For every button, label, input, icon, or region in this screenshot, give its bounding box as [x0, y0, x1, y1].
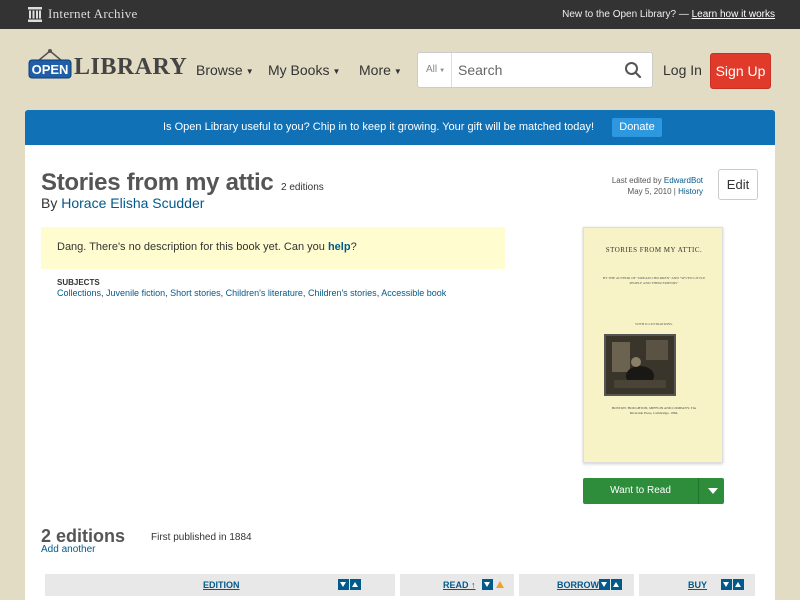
editions-count: 2 editions [281, 182, 324, 193]
book-cover[interactable]: STORIES FROM MY ATTIC. BY THE AUTHOR OF … [583, 227, 723, 463]
subject-link[interactable]: Children's stories [308, 288, 377, 298]
archive-building-icon [28, 6, 42, 22]
internet-archive-logo[interactable]: Internet Archive [28, 6, 138, 22]
search-icon [625, 62, 642, 79]
last-edited-user-link[interactable]: EdwardBot [664, 176, 703, 185]
svg-text:OPEN: OPEN [32, 62, 69, 77]
first-published: First published in 1884 [151, 532, 252, 543]
new-to-open-library: New to the Open Library? — Learn how it … [562, 9, 775, 20]
nav-more-label: More [359, 62, 391, 78]
login-link[interactable]: Log In [663, 62, 702, 78]
subjects-list: Collections, Juvenile fiction, Short sto… [57, 288, 447, 298]
last-edited-prefix: Last edited by [611, 176, 662, 185]
cover-illustrations-line: WITH ILLUSTRATIONS. [635, 322, 673, 326]
donation-banner: Is Open Library useful to you? Chip in t… [25, 110, 775, 145]
cover-illustration-image [604, 334, 676, 396]
donation-banner-text: Is Open Library useful to you? Chip in t… [163, 121, 595, 133]
search-input[interactable] [454, 53, 614, 87]
description-notice: Dang. There's no description for this bo… [41, 227, 505, 269]
nav-browse-label: Browse [196, 62, 243, 78]
byline: By Horace Elisha Scudder [41, 195, 204, 211]
sort-up-icon[interactable] [733, 579, 744, 590]
cover-author-line: BY THE AUTHOR OF "DREAM CHILDREN" AND "S… [602, 276, 706, 285]
cover-publisher: BOSTON: HOUGHTON, MIFFLIN AND COMPANY. T… [611, 406, 697, 415]
edit-button[interactable]: Edit [718, 169, 758, 200]
last-edited-info: Last edited by EdwardBot May 5, 2010 | H… [611, 176, 703, 196]
add-another-link[interactable]: Add another [41, 544, 96, 555]
borrow-sort-link[interactable]: BORROW [557, 580, 599, 590]
internet-archive-logo-text: Internet Archive [48, 6, 138, 21]
caret-down-icon: ▼ [332, 66, 341, 76]
want-to-read-dropdown-icon[interactable] [698, 478, 724, 504]
buy-sort-link[interactable]: BUY [688, 580, 707, 590]
sort-up-icon[interactable] [611, 579, 622, 590]
description-suffix: ? [350, 241, 357, 253]
search-bar: All ▼ [417, 52, 653, 88]
subject-link[interactable]: Children's literature [226, 288, 303, 298]
author-link[interactable]: Horace Elisha Scudder [61, 195, 204, 211]
site-header: OPEN LIBRARY Browse ▼ My Books ▼ More ▼ All… [0, 29, 800, 109]
nav-browse[interactable]: Browse ▼ [196, 62, 254, 78]
open-sign-icon: OPEN [28, 47, 72, 83]
description-text: Dang. There's no description for this bo… [57, 241, 325, 253]
work-page-content: Stories from my attic 2 editions By Hora… [25, 145, 775, 600]
column-header-edition: EDITION [45, 574, 395, 596]
description-help-link[interactable]: help [328, 241, 351, 253]
cover-title: STORIES FROM MY ATTIC. [605, 246, 703, 254]
subjects-label: SUBJECTS [57, 278, 100, 287]
nav-more[interactable]: More ▼ [359, 62, 402, 78]
subject-link[interactable]: Accessible book [381, 288, 446, 298]
subject-link[interactable]: Short stories [170, 288, 221, 298]
sort-down-icon[interactable] [721, 579, 732, 590]
sort-down-icon[interactable] [482, 579, 493, 590]
signup-button[interactable]: Sign Up [710, 53, 771, 89]
subject-link[interactable]: Juvenile fiction [106, 288, 165, 298]
internet-archive-bar: Internet Archive New to the Open Library… [0, 0, 800, 29]
history-link[interactable]: History [678, 187, 703, 196]
sort-up-active-icon[interactable] [496, 581, 504, 588]
nav-my-books-label: My Books [268, 62, 330, 78]
caret-down-icon: ▼ [393, 66, 402, 76]
sort-down-icon[interactable] [338, 579, 349, 590]
book-title: Stories from my attic [41, 169, 274, 196]
edition-sort-link[interactable]: EDITION [203, 580, 240, 590]
by-prefix: By [41, 195, 58, 211]
donate-button[interactable]: Donate [612, 118, 662, 137]
subject-link[interactable]: Collections [57, 288, 101, 298]
last-edited-date: May 5, 2010 [627, 187, 672, 196]
new-to-open-library-text: New to the Open Library? — [562, 9, 689, 20]
want-to-read-label: Want to Read [610, 485, 671, 496]
open-library-logo[interactable]: OPEN LIBRARY [28, 47, 187, 83]
column-header-buy: BUY [639, 574, 755, 596]
column-header-borrow: BORROW [519, 574, 634, 596]
nav-my-books[interactable]: My Books ▼ [268, 62, 340, 78]
caret-down-icon: ▼ [439, 68, 446, 74]
library-wordmark: LIBRARY [74, 53, 188, 80]
want-to-read-button[interactable]: Want to Read [583, 478, 724, 504]
learn-how-it-works-link[interactable]: Learn how it works [692, 9, 775, 20]
search-scope-label: All [426, 64, 438, 75]
column-header-read: READ ↑ [400, 574, 514, 596]
sort-down-icon[interactable] [599, 579, 610, 590]
caret-down-icon: ▼ [245, 66, 254, 76]
search-scope-select[interactable]: All ▼ [418, 53, 452, 87]
read-sort-link[interactable]: READ ↑ [443, 580, 476, 590]
sort-up-icon[interactable] [350, 579, 361, 590]
search-button[interactable] [624, 61, 642, 79]
